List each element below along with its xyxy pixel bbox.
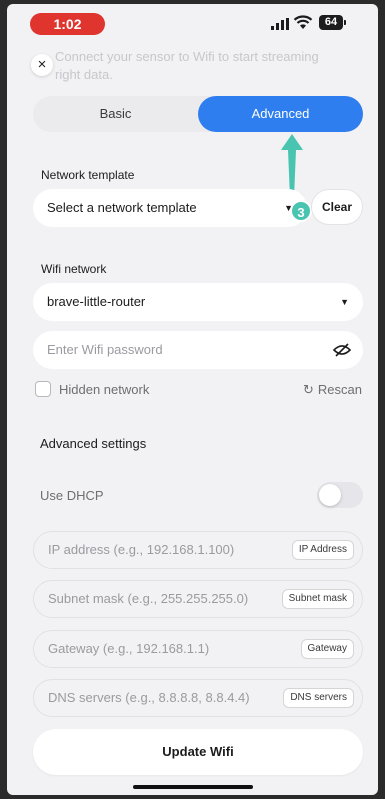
eye-off-icon[interactable]: [333, 342, 351, 358]
dns-servers-tag: DNS servers: [283, 688, 354, 708]
gateway-input[interactable]: Gateway (e.g., 192.168.1.1) Gateway: [33, 630, 363, 668]
wifi-password-input[interactable]: Enter Wifi password: [33, 331, 363, 369]
status-bar: 1:02 64: [7, 4, 378, 42]
wifi-network-value: brave-little-router: [47, 294, 146, 309]
wifi-icon: [293, 15, 313, 29]
home-indicator[interactable]: [133, 785, 253, 789]
dns-servers-input[interactable]: DNS servers (e.g., 8.8.8.8, 8.8.4.4) DNS…: [33, 679, 363, 717]
gateway-placeholder: Gateway (e.g., 192.168.1.1): [48, 641, 210, 656]
subnet-mask-placeholder: Subnet mask (e.g., 255.255.255.0): [48, 591, 249, 606]
update-wifi-button[interactable]: Update Wifi: [33, 729, 363, 775]
dhcp-toggle[interactable]: [317, 482, 363, 508]
wifi-network-label: Wifi network: [41, 262, 107, 276]
refresh-icon: ↻: [303, 382, 314, 397]
dhcp-label: Use DHCP: [40, 488, 104, 503]
ip-address-placeholder: IP address (e.g., 192.168.1.100): [48, 542, 235, 557]
toggle-knob: [319, 484, 341, 506]
hidden-network-checkbox[interactable]: [35, 381, 51, 397]
rescan-label: Rescan: [317, 382, 362, 397]
signal-icon: [271, 18, 289, 30]
tab-basic[interactable]: Basic: [33, 96, 198, 132]
close-button[interactable]: ×: [31, 54, 53, 76]
network-template-select[interactable]: Select a network template ▼: [33, 189, 307, 227]
subnet-mask-input[interactable]: Subnet mask (e.g., 255.255.255.0) Subnet…: [33, 580, 363, 618]
mode-segmented-control: Basic Advanced: [33, 96, 363, 132]
callout-badge: 3: [290, 200, 312, 222]
phone-screen: 1:02 64 Connect your sensor to Wifi to s…: [7, 4, 378, 795]
hidden-network-label: Hidden network: [59, 382, 150, 397]
subnet-mask-tag: Subnet mask: [281, 589, 354, 609]
battery-icon: 64: [319, 15, 346, 30]
advanced-settings-title: Advanced settings: [40, 436, 147, 451]
clear-button[interactable]: Clear: [311, 189, 363, 225]
close-icon: ×: [37, 56, 47, 73]
ip-address-tag: IP Address: [291, 540, 354, 560]
chevron-down-icon: ▼: [340, 297, 349, 307]
rescan-button[interactable]: ↻ Rescan: [303, 382, 362, 398]
network-template-value: Select a network template: [47, 200, 197, 215]
tab-advanced[interactable]: Advanced: [198, 96, 363, 132]
network-template-label: Network template: [41, 168, 135, 182]
wifi-password-placeholder: Enter Wifi password: [47, 342, 163, 357]
dns-servers-placeholder: DNS servers (e.g., 8.8.8.8, 8.8.4.4): [48, 690, 250, 705]
ip-address-input[interactable]: IP address (e.g., 192.168.1.100) IP Addr…: [33, 531, 363, 569]
gateway-tag: Gateway: [300, 639, 354, 659]
intro-text: Connect your sensor to Wifi to start str…: [55, 49, 319, 82]
wifi-network-select[interactable]: brave-little-router ▼: [33, 283, 363, 321]
status-time: 1:02: [30, 13, 105, 35]
